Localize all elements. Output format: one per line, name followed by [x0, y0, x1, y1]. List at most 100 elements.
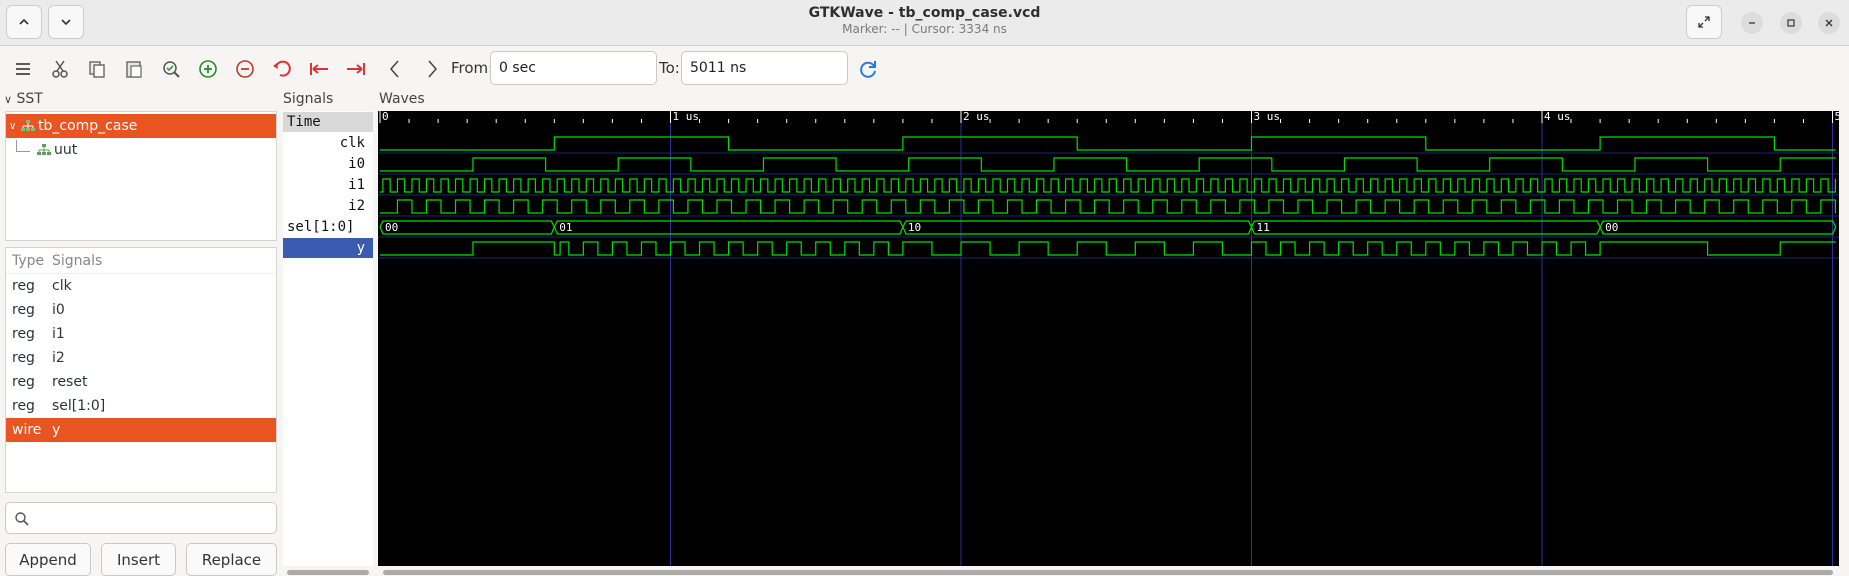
column-type[interactable]: Type [6, 253, 52, 269]
signal-name-time[interactable]: Time [283, 112, 373, 132]
tree-item-tb-comp-case[interactable]: ∨ tb_comp_case [6, 114, 276, 138]
signal-type: reg [12, 278, 35, 294]
sst-header[interactable]: ∨ SST [4, 91, 43, 107]
bus-value-label: 01 [559, 221, 572, 234]
signal-list-header: Type Signals [6, 248, 276, 274]
tick-label: 0 [382, 111, 389, 123]
minimize-button[interactable] [1741, 12, 1763, 34]
signal-name: i0 [52, 302, 65, 318]
zoom-to-start-button[interactable] [306, 56, 332, 82]
signals-pane-label: Signals [283, 91, 334, 107]
chevron-right-icon [428, 60, 437, 78]
signal-type: reg [12, 398, 35, 414]
signal-list: Type Signals reg clk reg i0 reg i1 reg i… [5, 247, 277, 493]
wave-y [380, 241, 1836, 256]
signal-row-reset[interactable]: reg reset [6, 370, 276, 394]
find-next-edge-button[interactable] [419, 56, 445, 82]
signal-type: reg [12, 302, 35, 318]
fullscreen-button[interactable] [1686, 5, 1722, 39]
signal-type: reg [12, 350, 35, 366]
signal-name-i0[interactable]: i0 [283, 154, 373, 174]
copy-icon [89, 61, 105, 78]
reload-icon [860, 61, 876, 78]
hamburger-icon [16, 63, 30, 75]
paste-button[interactable] [121, 56, 147, 82]
find-previous-edge-button[interactable] [382, 56, 408, 82]
signal-row-i0[interactable]: reg i0 [6, 298, 276, 322]
module-icon [37, 144, 51, 155]
signal-type: reg [12, 326, 35, 342]
signal-row-sel[interactable]: reg sel[1:0] [6, 394, 276, 418]
waves-pane[interactable]: 0 1 us 2 us 3 us 4 us 5 us 00 01 10 11 00 [378, 111, 1839, 566]
menu-button[interactable] [10, 56, 36, 82]
wave-i1 [380, 178, 1837, 193]
bus-value-label: 00 [385, 221, 398, 234]
to-time-input[interactable] [681, 51, 848, 85]
signal-row-i2[interactable]: reg i2 [6, 346, 276, 370]
zoom-fit-button[interactable] [158, 56, 184, 82]
signal-name-i2[interactable]: i2 [283, 196, 373, 216]
sst-tree: ∨ tb_comp_case uut [5, 111, 277, 241]
sst-expander-icon: ∨ [4, 93, 13, 106]
append-button[interactable]: Append [5, 543, 91, 576]
undo-zoom-button[interactable] [269, 56, 295, 82]
from-time-input[interactable] [490, 51, 657, 85]
signal-search-input[interactable] [5, 502, 277, 534]
window-title: GTKWave - tb_comp_case.vcd [808, 5, 1041, 21]
insert-button[interactable]: Insert [101, 543, 176, 576]
paste-icon [126, 61, 142, 78]
tick-label: 2 us [963, 111, 990, 123]
signal-name-sel[interactable]: sel[1:0] [283, 217, 373, 237]
tree-item-uut[interactable]: uut [6, 138, 276, 162]
signal-name-i1[interactable]: i1 [283, 175, 373, 195]
signal-name: sel[1:0] [52, 398, 106, 414]
search-icon [15, 512, 29, 526]
signal-name: i1 [52, 326, 65, 342]
bus-segment [902, 220, 1253, 235]
reload-button[interactable] [855, 56, 881, 82]
copy-button[interactable] [84, 56, 110, 82]
toolbar: From: To: [0, 46, 1849, 90]
signal-name-y[interactable]: y [283, 238, 373, 258]
bus-value-label: 11 [1257, 221, 1270, 234]
tree-item-label: uut [54, 142, 78, 158]
wave-i0 [380, 157, 1836, 172]
bus-value-label: 00 [1605, 221, 1618, 234]
cut-button[interactable] [47, 56, 73, 82]
zoom-to-end-button[interactable] [343, 56, 369, 82]
column-signals[interactable]: Signals [52, 253, 102, 269]
time-ruler [378, 111, 1839, 123]
from-label: From: [451, 59, 494, 77]
close-button[interactable] [1818, 12, 1840, 34]
signal-name: reset [52, 374, 88, 390]
sst-label: SST [16, 91, 43, 107]
jump-end-icon [347, 63, 365, 75]
zoom-out-button[interactable] [232, 56, 258, 82]
zoom-out-icon [236, 60, 254, 78]
undo-icon [273, 60, 291, 77]
signal-name-clk[interactable]: clk [283, 133, 373, 153]
zoom-in-button[interactable] [195, 56, 221, 82]
signal-type: reg [12, 374, 35, 390]
chevron-left-icon [390, 60, 399, 78]
expand-icon [1698, 16, 1710, 28]
maximize-icon [1787, 19, 1795, 27]
zoom-in-icon [199, 60, 217, 78]
waveform-canvas[interactable]: 0 1 us 2 us 3 us 4 us 5 us 00 01 10 11 00 [378, 111, 1839, 566]
maximize-button[interactable] [1780, 12, 1802, 34]
title-bar: GTKWave - tb_comp_case.vcd Marker: -- | … [0, 0, 1849, 46]
signals-scrollbar[interactable] [287, 570, 369, 575]
tick-label: 1 us [673, 111, 700, 123]
signal-row-y[interactable]: wire y [6, 418, 276, 442]
replace-button[interactable]: Replace [186, 543, 277, 576]
waves-pane-label: Waves [379, 91, 425, 107]
signal-row-i1[interactable]: reg i1 [6, 322, 276, 346]
tick-label: 3 us [1254, 111, 1281, 123]
zoom-fit-icon [163, 61, 180, 78]
tick-label: 5 us [1835, 111, 1840, 123]
signal-row-clk[interactable]: reg clk [6, 274, 276, 298]
waves-scrollbar[interactable] [383, 570, 1833, 575]
bus-segment [1599, 220, 1837, 235]
jump-start-icon [310, 63, 328, 75]
window-subtitle: Marker: -- | Cursor: 3334 ns [842, 22, 1007, 36]
